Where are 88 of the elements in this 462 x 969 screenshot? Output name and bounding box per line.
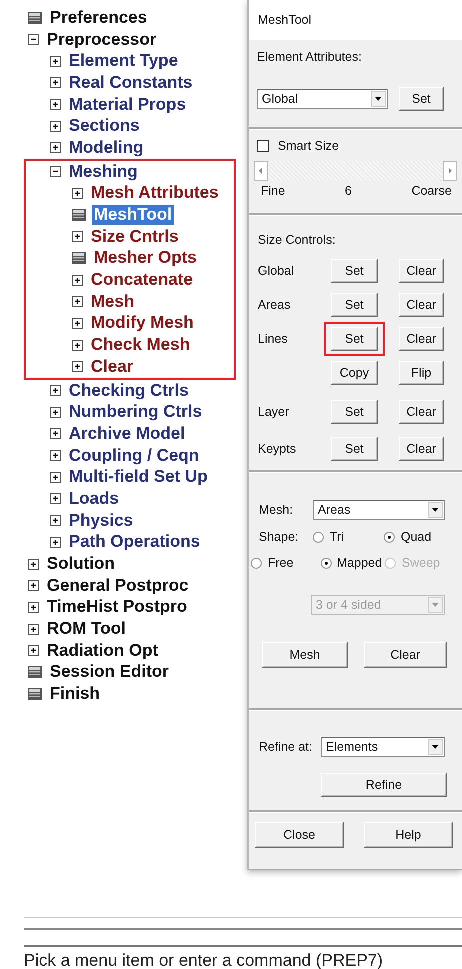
checkbox[interactable]: [257, 140, 269, 152]
caret-icon: [371, 91, 386, 107]
button[interactable]: Copy: [331, 361, 378, 385]
row-label: Layer: [258, 405, 290, 419]
dialog-icon: [28, 688, 42, 700]
dialog-icon: [72, 209, 86, 222]
button[interactable]: Clear: [399, 400, 444, 424]
button[interactable]: Set: [331, 400, 378, 424]
button[interactable]: Clear: [399, 437, 444, 461]
caret-icon: [428, 597, 443, 613]
checkbox-label: Smart Size: [278, 139, 340, 153]
button[interactable]: Clear: [399, 327, 444, 351]
tree-item[interactable]: Physics: [67, 510, 136, 531]
button[interactable]: Set: [331, 293, 378, 317]
radio-label: Free: [268, 556, 294, 570]
button[interactable]: Clear: [399, 293, 444, 317]
button[interactable]: Set: [331, 259, 378, 283]
tree-item[interactable]: Material Props: [67, 94, 188, 115]
radio-button[interactable]: [384, 532, 395, 542]
tree-item[interactable]: Preferences: [48, 8, 150, 28]
tree-item[interactable]: Size Cntrls: [89, 226, 181, 247]
caret-icon: [428, 739, 443, 755]
tree-item[interactable]: Check Mesh: [89, 335, 192, 356]
tree-item[interactable]: Radiation Opt: [45, 640, 160, 661]
field-label: Refine at:: [259, 740, 314, 754]
radio-button[interactable]: [313, 532, 324, 542]
row-label: Lines: [258, 332, 289, 346]
button[interactable]: Set: [331, 437, 378, 461]
button[interactable]: Clear: [364, 642, 447, 668]
dropdown[interactable]: Elements: [321, 737, 445, 757]
button[interactable]: Clear: [399, 259, 444, 283]
tree-item[interactable]: Meshing: [67, 162, 140, 182]
tree-item[interactable]: MeshTool: [92, 205, 174, 226]
row-label: Global: [258, 264, 296, 278]
button[interactable]: Refine: [321, 773, 447, 797]
radio-label: Tri: [330, 530, 344, 544]
tree-item[interactable]: Modify Mesh: [89, 313, 196, 334]
radio-label: Sweep: [402, 556, 440, 570]
tree-item[interactable]: Checking Ctrls: [67, 380, 191, 401]
tree-item[interactable]: Path Operations: [67, 532, 202, 552]
tree-item[interactable]: Numbering Ctrls: [67, 402, 204, 422]
tree-item[interactable]: Session Editor: [48, 662, 172, 682]
tree-item[interactable]: Loads: [67, 488, 122, 509]
dialog-title: MeshTool: [258, 13, 312, 27]
tree-item[interactable]: General Postproc: [45, 576, 191, 596]
section-label: Size Controls:: [258, 233, 337, 249]
dialog-icon: [28, 666, 42, 678]
tree-item[interactable]: Archive Model: [67, 424, 188, 444]
button[interactable]: Flip: [399, 361, 444, 385]
radio-button[interactable]: [251, 558, 262, 568]
tree-item[interactable]: Mesh: [89, 292, 136, 312]
dialog-icon: [28, 12, 42, 24]
field-label: Shape:: [259, 530, 300, 544]
field-label: Mesh:: [259, 503, 294, 517]
button[interactable]: Mesh: [262, 642, 348, 668]
radio-button[interactable]: [321, 558, 332, 568]
scale-label: Coarse: [412, 184, 452, 198]
tree-item[interactable]: ROM Tool: [45, 619, 128, 640]
section-label: Element Attributes:: [257, 50, 363, 66]
scale-label: 6: [345, 184, 352, 198]
tree-item[interactable]: Real Constants: [67, 72, 195, 93]
scrollbar[interactable]: [254, 161, 457, 181]
tree-item[interactable]: Modeling: [67, 138, 146, 158]
button[interactable]: Set: [331, 327, 378, 351]
tree-item[interactable]: Multi-field Set Up: [67, 467, 210, 488]
tree-item[interactable]: Clear: [89, 356, 136, 377]
tree-item[interactable]: Solution: [45, 554, 117, 574]
tree-item[interactable]: Mesher Opts: [92, 248, 199, 268]
radio-label: Quad: [401, 530, 432, 544]
tree-item[interactable]: Preprocessor: [45, 30, 159, 50]
scale-label: Fine: [260, 184, 286, 198]
tree-item[interactable]: Mesh Attributes: [89, 183, 221, 204]
tree-item[interactable]: Finish: [48, 684, 102, 704]
button[interactable]: Set: [399, 87, 444, 111]
button[interactable]: Help: [364, 822, 453, 848]
tree-item[interactable]: TimeHist Postpro: [45, 597, 190, 618]
row-label: Areas: [258, 298, 292, 312]
tree-item[interactable]: Concatenate: [89, 270, 196, 290]
button[interactable]: Close: [255, 822, 344, 848]
tree-item[interactable]: Element Type: [67, 51, 180, 72]
caret-icon: [428, 502, 443, 518]
tree-item[interactable]: Coupling / Ceqn: [67, 446, 202, 466]
dialog-icon: [72, 252, 86, 264]
row-label: Keypts: [258, 442, 298, 456]
tree-item[interactable]: Sections: [67, 116, 142, 136]
radio-label: Mapped: [337, 556, 382, 570]
dropdown[interactable]: Global: [257, 89, 388, 109]
dropdown[interactable]: Areas: [313, 500, 445, 520]
